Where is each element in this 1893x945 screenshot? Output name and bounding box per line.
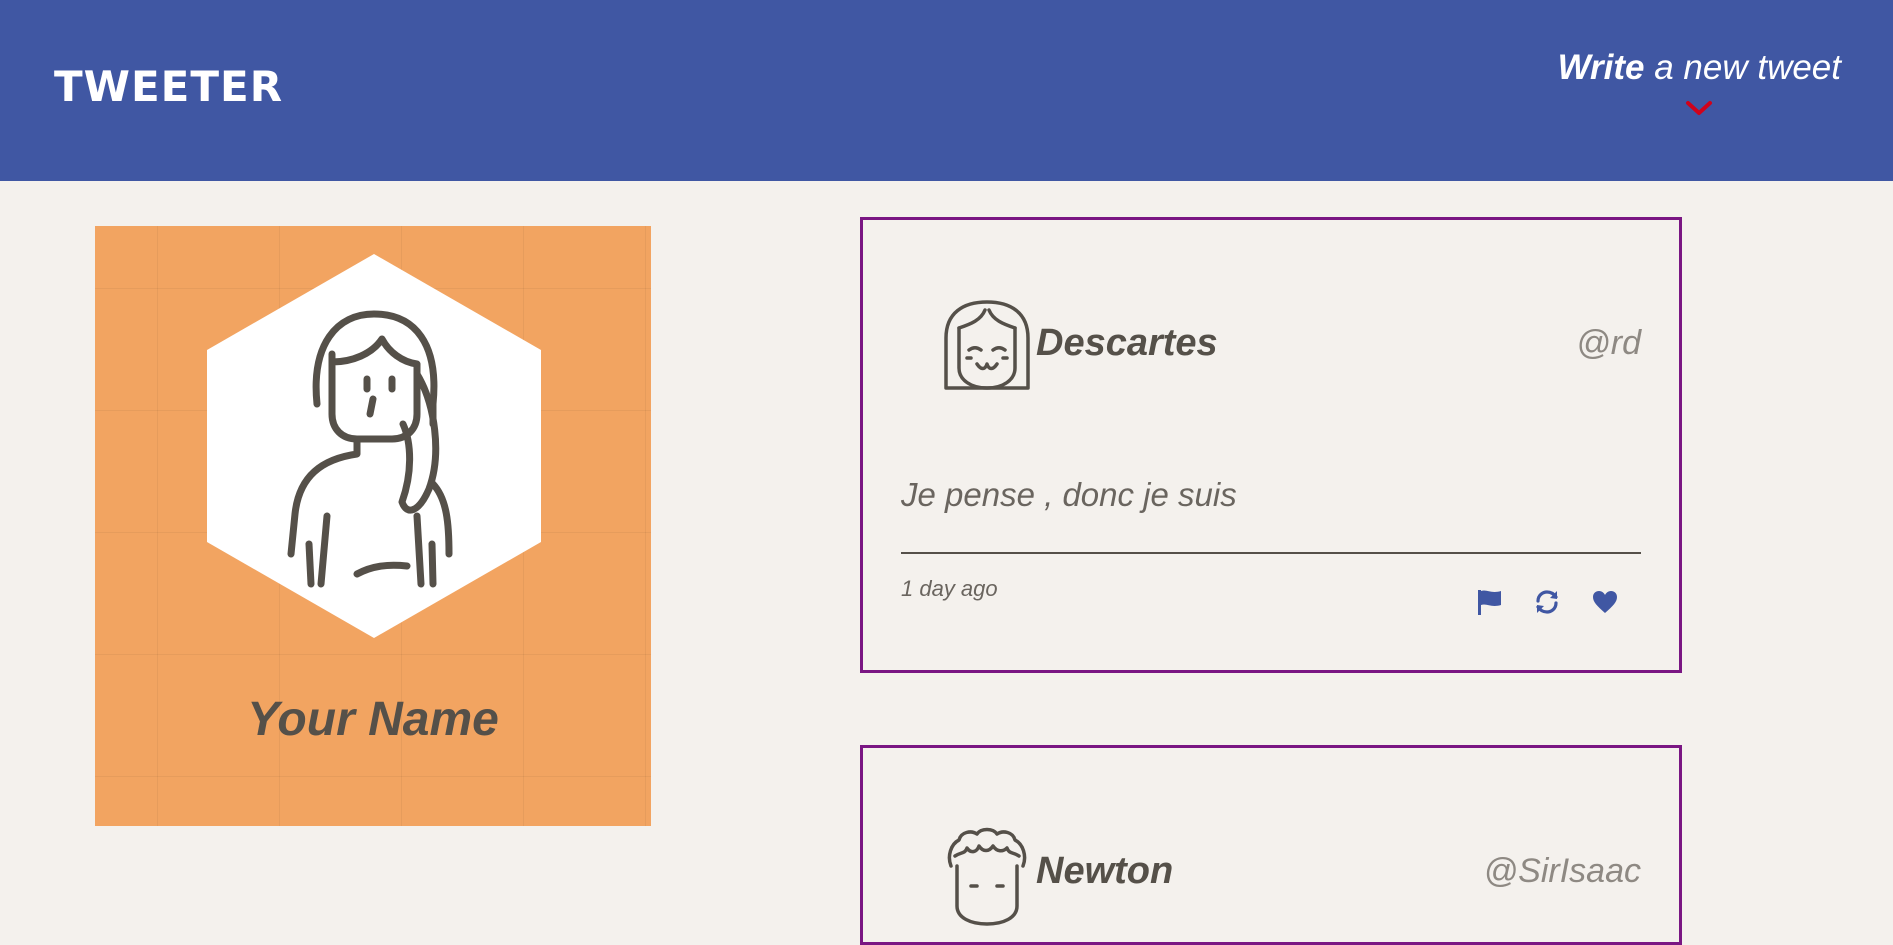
tweet-card: Newton @SirIsaac [860,745,1682,945]
tweet-timestamp: 1 day ago [901,576,998,601]
tweet-actions [1475,588,1619,616]
tweet-divider [901,552,1641,554]
tweet-author-handle: @rd [1576,324,1641,362]
tweet-avatar [947,827,1027,926]
tweet-author-name: Newton [1036,850,1174,892]
flag-icon[interactable] [1475,588,1503,616]
tweet-author-handle: @SirIsaac [1483,852,1641,890]
profile-name: Your Name [247,693,499,746]
write-new-tweet-toggle[interactable]: Write a new tweet [1557,48,1841,115]
tweet-card: Descartes @rd Je pense , donc je suis 1 … [860,217,1682,673]
heart-icon[interactable] [1591,588,1619,616]
tweet-avatar [944,300,1030,390]
profile-card: Your Name [95,226,651,826]
retweet-icon[interactable] [1533,588,1561,616]
compose-label-bold: Write [1557,48,1645,87]
tweet-content: Je pense , donc je suis [901,476,1237,513]
compose-label-rest: a new tweet [1644,48,1841,87]
profile-avatar [207,254,541,638]
navbar: TWEETER Write a new tweet [0,0,1893,181]
chevron-down-icon[interactable] [1685,100,1713,116]
app-logo[interactable]: TWEETER [54,66,283,108]
tweet-author-name: Descartes [1036,322,1218,364]
